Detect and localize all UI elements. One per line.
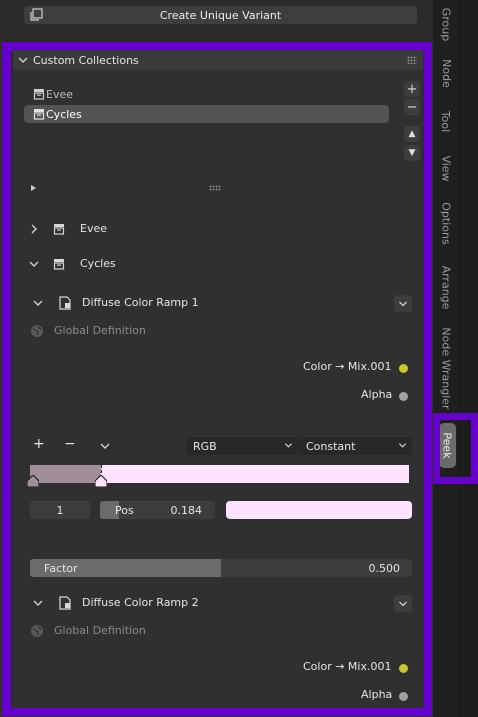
factor-label: Factor [44,561,78,575]
filter-expand-icon[interactable] [30,184,38,192]
collection-icon [53,224,65,235]
ramp1-title[interactable]: Diffuse Color Ramp 1 [82,296,199,309]
ramp-add-stop-button[interactable]: + [33,436,45,452]
ramp2-global-definition: Global Definition [54,624,146,637]
ramp2-alpha-output: Alpha [361,688,393,701]
pos-value: 0.184 [170,503,203,517]
ramp-color-mode-value: RGB [193,439,217,453]
custom-collections-header[interactable]: Custom Collections [13,50,423,70]
alpha-socket-icon[interactable] [399,692,408,701]
alpha-socket-icon[interactable] [399,392,408,401]
ramp-stop-pos-field[interactable]: Pos 0.184 [100,501,215,519]
chevron-down-icon [18,57,28,63]
collection-icon [33,109,45,120]
collection-icon [33,89,45,100]
ramp2-title[interactable]: Diffuse Color Ramp 2 [82,596,199,609]
chevron-down-icon[interactable] [32,297,44,309]
create-unique-variant-button[interactable]: Create Unique Variant [24,6,417,24]
color-ramp-bar[interactable] [30,465,409,483]
ramp1-alpha-output: Alpha [361,388,393,401]
color-socket-icon[interactable] [399,364,408,373]
ramp1-color-output: Color → Mix.001 [303,360,392,373]
create-unique-variant-label: Create Unique Variant [159,8,282,22]
factor-value: 0.500 [368,561,401,575]
ramp1-global-definition: Global Definition [54,324,146,337]
collection-icon [53,259,65,270]
list-remove-button[interactable]: − [404,99,420,115]
chevron-down-icon [398,443,407,448]
ramp-stop-handle-0[interactable] [27,475,39,487]
node-icon [59,296,71,310]
list-item-label: Evee [46,87,73,101]
panel-title: Custom Collections [33,53,139,67]
chevron-down-icon[interactable] [32,597,44,609]
list-move-down-button[interactable]: ▼ [404,145,420,161]
list-item-label: Cycles [46,107,82,121]
globe-icon [31,325,43,337]
panel-body: Evee Cycles + − ▲ ▼ Evee Cycles Diffuse … [13,70,423,708]
chevron-down-icon[interactable] [28,258,40,270]
collection-evee-label[interactable]: Evee [80,222,107,235]
tab-options[interactable]: Options [436,197,456,249]
globe-icon [31,625,43,637]
ramp1-menu-button[interactable] [394,295,412,312]
tab-group[interactable]: Group [436,4,456,44]
chevron-right-icon[interactable] [28,223,40,235]
list-resize-grip-icon[interactable] [209,185,221,191]
ramp-segment-dark [30,465,101,483]
chevron-down-icon [284,443,293,448]
drag-grip-icon[interactable] [407,56,417,64]
peek-highlight-frame [433,413,478,484]
ramp-stop-handle-1[interactable] [95,475,107,487]
ramp-factor-slider[interactable]: Factor 0.500 [30,559,412,577]
ramp-stop-index-field[interactable]: 1 [30,501,90,519]
ramp2-color-output: Color → Mix.001 [303,660,392,673]
tab-view[interactable]: View [436,150,456,186]
ramp-interpolation-select[interactable]: Constant [299,437,412,455]
ramp-stop-index-value: 1 [56,503,64,517]
list-move-up-button[interactable]: ▲ [404,126,420,142]
ramp-color-mode-select[interactable]: RGB [186,437,298,455]
collection-cycles-label[interactable]: Cycles [80,257,116,270]
pos-label: Pos [115,503,134,517]
list-item-cycles[interactable]: Cycles [24,105,389,123]
chevron-down-icon[interactable] [99,440,111,452]
ramp-interpolation-value: Constant [306,439,356,453]
node-icon [59,596,71,610]
tab-node-wrangler[interactable]: Node Wrangler [436,325,456,411]
right-edge [457,0,478,717]
ramp-remove-stop-button[interactable]: − [64,436,76,452]
ramp2-menu-button[interactable] [394,595,412,612]
ramp-stop-color-swatch[interactable] [226,501,412,519]
tab-node[interactable]: Node [436,55,456,91]
list-add-button[interactable]: + [404,81,420,97]
duplicate-icon [30,8,43,21]
color-socket-icon[interactable] [399,664,408,673]
tab-arrange[interactable]: Arrange [436,261,456,313]
tab-tool[interactable]: Tool [436,104,456,138]
list-item-evee[interactable]: Evee [24,85,389,103]
chevron-down-icon [399,601,407,606]
chevron-down-icon [399,301,407,306]
